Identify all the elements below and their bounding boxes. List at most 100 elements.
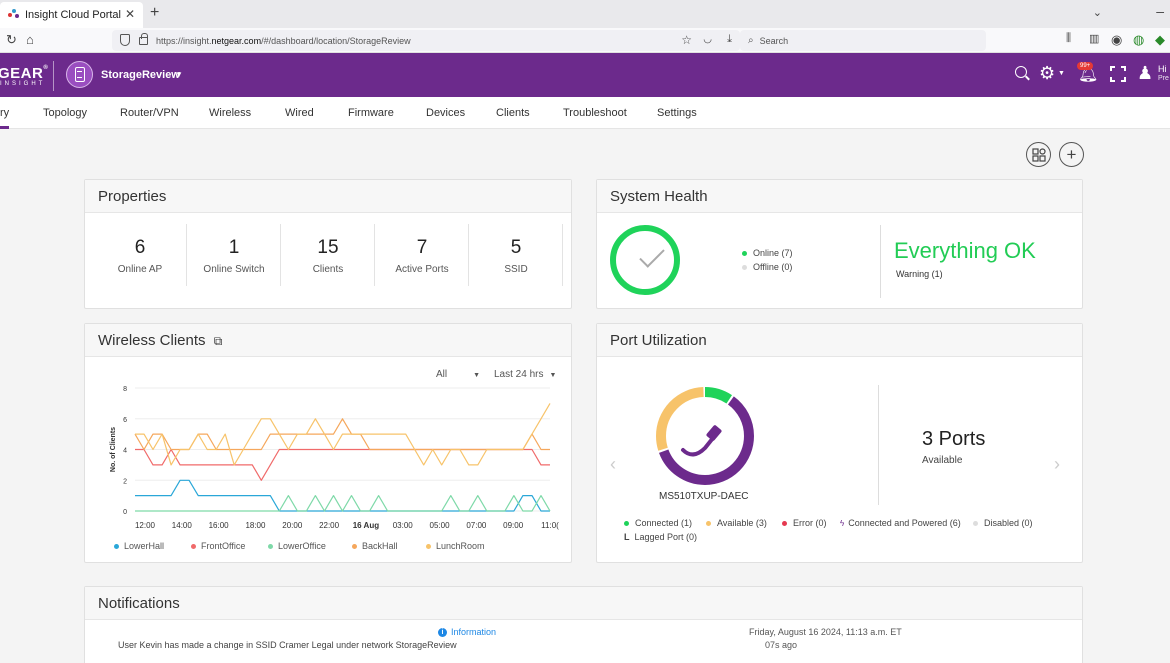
y-tick-label: 6 (123, 417, 127, 424)
caret-down-icon: ▼ (473, 372, 481, 379)
close-tab-icon[interactable]: ✕ (125, 7, 135, 21)
next-device-arrow-icon[interactable]: › (1054, 454, 1060, 475)
reload-icon[interactable]: ↻ (6, 32, 17, 48)
widgets-icon (1031, 147, 1046, 162)
new-tab-button[interactable]: + (150, 4, 159, 22)
legend-online: Online (7) (742, 248, 793, 258)
customize-widgets-button[interactable] (1026, 142, 1051, 167)
legend-lowerhall[interactable]: LowerHall (114, 541, 164, 551)
switch-device-name[interactable]: MS510TXUP-DAEC (659, 491, 748, 502)
browser-nav-bar: ↻ ⌂ https://insight.netgear.com/#/dashbo… (0, 28, 1170, 53)
legend-frontoffice[interactable]: FrontOffice (191, 541, 245, 551)
property-online-switch[interactable]: 1 Online Switch (187, 237, 281, 275)
fullscreen-icon[interactable] (1110, 66, 1126, 82)
notification-badge: 99+ (1077, 62, 1094, 70)
prev-device-arrow-icon[interactable]: ‹ (610, 454, 616, 475)
notification-type: i Information (438, 627, 496, 637)
warning-count[interactable]: Warning (1) (896, 269, 943, 279)
extension2-icon[interactable]: ◆ (1155, 32, 1165, 48)
x-tick-label: 05:00 (430, 521, 451, 530)
tab-settings[interactable]: Settings (657, 107, 697, 119)
property-active-ports[interactable]: 7 Active Ports (375, 237, 469, 275)
legend-dot-icon (973, 520, 978, 526)
properties-title: Properties (85, 180, 571, 213)
tab-topology[interactable]: Topology (43, 107, 87, 119)
divider (562, 224, 563, 286)
y-tick-label: 0 (123, 509, 127, 516)
location-name[interactable]: StorageReview (101, 69, 180, 81)
browser-tab[interactable]: Insight Cloud Portal ✕ (0, 2, 143, 28)
user-greeting[interactable]: Hi Pre (1158, 65, 1169, 83)
download-icon[interactable]: ⤓ (727, 33, 732, 46)
tab-clients[interactable]: Clients (496, 107, 530, 119)
bookmark-star-icon[interactable]: ☆ (681, 33, 692, 47)
tab-router-vpn[interactable]: Router/VPN (120, 107, 179, 119)
legend-disabled: Disabled (0) (973, 518, 1033, 528)
notifications-card: Notifications i Information User Kevin ha… (84, 586, 1083, 663)
gear-icon[interactable]: ⚙ (1039, 63, 1055, 84)
tab-wireless[interactable]: Wireless (209, 107, 251, 119)
legend-offline: Offline (0) (742, 262, 792, 272)
port-utilization-donut[interactable] (653, 384, 757, 488)
tab-troubleshoot[interactable]: Troubleshoot (563, 107, 627, 119)
notification-ago: 07s ago (765, 640, 798, 650)
legend-lagged: L Lagged Port (0) (624, 532, 698, 542)
legend-loweroffice[interactable]: LowerOffice (268, 541, 326, 551)
minimize-icon[interactable]: – (1156, 3, 1164, 19)
legend-dot-icon (352, 543, 357, 549)
account-icon[interactable]: ◉ (1111, 32, 1122, 48)
y-tick-label: 2 (123, 478, 127, 485)
system-health-title: System Health (597, 180, 1082, 213)
browser-tab-title: Insight Cloud Portal (25, 9, 121, 21)
property-online-ap[interactable]: 6 Online AP (93, 237, 187, 275)
offline-dot-icon (742, 264, 747, 270)
app-header: GEAR® INSIGHT StorageReview ▼ ⚙ ▼ 🔔︎ 99+… (0, 53, 1170, 97)
x-tick-label: 20:00 (282, 521, 303, 530)
legend-lunchroom[interactable]: LunchRoom (426, 541, 485, 551)
legend-dot-icon (426, 543, 431, 549)
tab-devices[interactable]: Devices (426, 107, 465, 119)
home-icon[interactable]: ⌂ (26, 32, 34, 47)
chevron-down-icon[interactable]: ⌄ (1093, 6, 1102, 19)
legend-backhall[interactable]: BackHall (352, 541, 398, 551)
search-icon[interactable] (1015, 66, 1027, 78)
caret-down-icon[interactable]: ▼ (1058, 70, 1065, 77)
property-clients[interactable]: 15 Clients (281, 237, 375, 275)
x-tick-label: 11:0( (541, 521, 559, 530)
port-utilization-card: Port Utilization MS510TXUP-DAEC 3 Ports … (596, 323, 1083, 563)
add-widget-button[interactable]: + (1059, 142, 1084, 167)
browser-tab-bar: Insight Cloud Portal ✕ + ⌄ – (0, 0, 1170, 28)
url-bar[interactable]: https://insight.netgear.com/#/dashboard/… (112, 30, 740, 51)
external-link-icon[interactable]: ⧉ (214, 334, 223, 348)
legend-connected-powered: ϟ Connected and Powered (6) (840, 518, 961, 528)
x-tick-label: 16:00 (209, 521, 230, 530)
netgear-logo[interactable]: GEAR® (0, 65, 48, 82)
lock-icon (139, 33, 148, 45)
main-tab-nav: ry Topology Router/VPN Wireless Wired Fi… (0, 97, 1170, 129)
y-tick-label: 4 (123, 448, 127, 455)
legend-connected: Connected (1) (624, 518, 692, 528)
browser-search-input[interactable]: ⌕ Search (740, 30, 986, 51)
property-ssid[interactable]: 5 SSID (469, 237, 563, 275)
sidebar-icon[interactable]: ▥ (1089, 32, 1099, 45)
tab-firmware[interactable]: Firmware (348, 107, 394, 119)
plus-icon: + (1066, 144, 1077, 164)
active-tab-indicator (0, 126, 9, 129)
tab-summary[interactable]: ry (0, 107, 9, 119)
port-utilization-title: Port Utilization (597, 324, 1082, 357)
search-icon: ⌕ (748, 35, 754, 46)
extension-icon[interactable]: ◍ (1133, 32, 1144, 48)
tab-wired[interactable]: Wired (285, 107, 314, 119)
legend-dot-icon (268, 543, 273, 549)
x-tick-label: 16 Aug (353, 521, 379, 530)
wireless-clients-chart: 0 2 4 6 8 No. of Clients 12:00 14:00 16:00 18:00 2… (110, 386, 559, 530)
x-tick-label: 22:00 (319, 521, 340, 530)
caret-down-icon[interactable]: ▼ (175, 70, 183, 79)
user-icon[interactable]: ♟ (1137, 63, 1153, 84)
library-icon[interactable]: ⫼ (1066, 32, 1071, 45)
location-building-icon[interactable] (66, 61, 93, 88)
url-text: https://insight.netgear.com/#/dashboard/… (156, 35, 411, 46)
notification-message[interactable]: User Kevin has made a change in SSID Cra… (118, 640, 457, 650)
pocket-icon[interactable]: ◡ (703, 34, 712, 45)
online-dot-icon (742, 250, 747, 256)
